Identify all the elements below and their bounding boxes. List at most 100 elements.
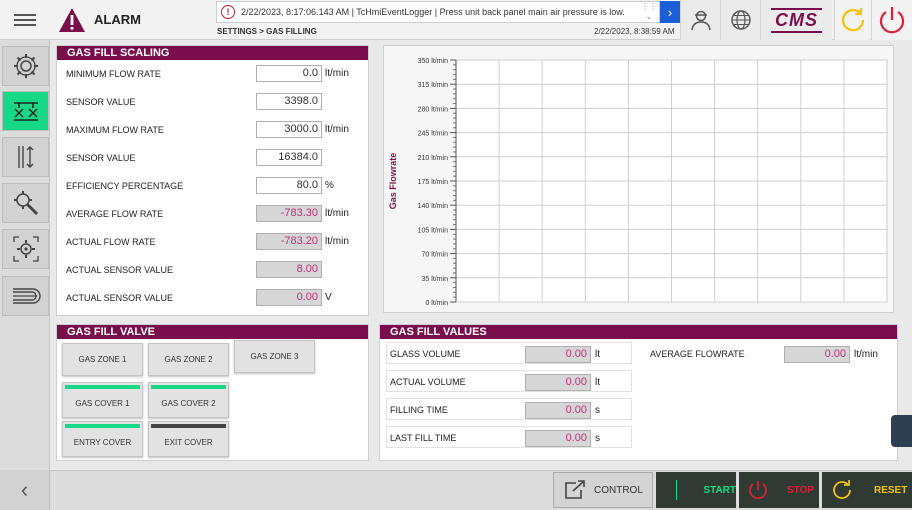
sidebar-item-settings[interactable] [2, 46, 49, 86]
valve-button-label: GAS ZONE 3 [250, 352, 299, 361]
message-next-button[interactable]: › [660, 1, 680, 23]
globe-icon [730, 10, 751, 30]
values-row-field: 0.00 [525, 374, 591, 391]
sidebar-item-sort[interactable] [2, 137, 49, 177]
gas-flowrate-chart: 0 lt/min 35 lt/min 70 lt/min 105 lt/min 140 … [383, 45, 894, 313]
sidebar-item-conveyor[interactable] [2, 276, 49, 316]
valve-button[interactable]: GAS ZONE 3 [234, 340, 315, 373]
reset-icon [833, 480, 851, 499]
valve-button-label: GAS COVER 2 [161, 398, 216, 408]
values-row-label: FILLING TIME [390, 405, 448, 415]
values-row-unit: lt [595, 377, 600, 388]
scaling-row-field[interactable]: 0.0 [256, 65, 322, 82]
values-row-label: LAST FILL TIME [390, 433, 457, 443]
valve-button[interactable]: EXIT COVER [148, 421, 229, 457]
power-icon [879, 7, 905, 34]
valve-status-indicator [65, 385, 140, 389]
values-row-label: GLASS VOLUME [390, 349, 461, 359]
tools-icon [13, 191, 38, 216]
conveyor-icon [12, 288, 41, 304]
average-flowrate-label: AVERAGE FLOWRATE [650, 349, 745, 359]
valve-button[interactable]: ENTRY COVER [62, 421, 143, 457]
scaling-row-label: ACTUAL SENSOR VALUE [66, 293, 174, 303]
average-flowrate-field: 0.00 [784, 346, 850, 363]
scaling-row-label: ACTUAL FLOW RATE [66, 237, 156, 247]
sidebar-item-gas-filling[interactable] [2, 91, 49, 131]
scaling-row-unit: % [325, 180, 334, 191]
scaling-row-unit: V [325, 292, 332, 303]
scaling-row-field: 0.00 [256, 289, 322, 306]
start-label: START [703, 484, 736, 496]
panel-title: GAS FILL VALUES [380, 325, 897, 339]
scaling-row-field: -783.30 [256, 205, 322, 222]
chart-canvas: 0 lt/min 35 lt/min 70 lt/min 105 lt/min 140 … [388, 58, 888, 307]
user-button[interactable] [680, 0, 720, 40]
values-row-unit: s [595, 433, 600, 444]
menu-button[interactable] [0, 0, 50, 40]
scaling-row-field[interactable]: 80.0 [256, 177, 322, 194]
stop-button[interactable]: STOP [739, 472, 819, 508]
event-message-bar[interactable]: ! 2/22/2023, 8:17:06.143 AM | TcHmiEvent… [216, 1, 660, 23]
event-message-text: 2/22/2023, 8:17:06.143 AM | TcHmiEventLo… [241, 7, 625, 17]
start-icon [676, 480, 678, 500]
valve-button-label: EXIT COVER [164, 437, 213, 447]
warning-icon[interactable] [58, 7, 86, 33]
scaling-row-label: EFFICIENCY PERCENTAGE [66, 181, 184, 191]
gas-fill-icon [13, 102, 38, 121]
sidebar-item-tools[interactable] [2, 183, 49, 223]
reset-label: RESET [874, 484, 908, 496]
scaling-row-unit: lt/min [325, 236, 349, 247]
y-tick-label: 0 lt/min [425, 300, 448, 307]
refresh-icon [841, 8, 864, 32]
control-button[interactable]: CONTROL [553, 472, 653, 508]
side-drawer-handle[interactable] [891, 415, 912, 447]
external-link-icon [565, 480, 585, 499]
scaling-row-field: 8.00 [256, 261, 322, 278]
y-tick-label: 140 lt/min [418, 203, 448, 210]
sidebar-item-configuration[interactable] [2, 229, 49, 269]
valve-button[interactable]: GAS ZONE 2 [148, 343, 229, 376]
scaling-row-label: SENSOR VALUE [66, 97, 136, 107]
scaling-row-field[interactable]: 3398.0 [256, 93, 322, 110]
values-row-label: ACTUAL VOLUME [390, 377, 466, 387]
y-tick-label: 210 lt/min [418, 155, 448, 162]
values-row-field: 0.00 [525, 402, 591, 419]
back-button[interactable]: ‹ [0, 470, 50, 510]
values-row-unit: s [595, 405, 600, 416]
valve-button-label: GAS ZONE 1 [78, 355, 127, 364]
start-button[interactable]: START [656, 472, 736, 508]
chevron-left-icon: ‹ [20, 477, 29, 502]
menu-icon [14, 11, 36, 29]
valve-button[interactable]: GAS COVER 2 [148, 382, 229, 418]
valve-status-indicator [151, 424, 226, 428]
valve-button[interactable]: GAS ZONE 1 [62, 343, 143, 376]
scaling-row-field[interactable]: 3000.0 [256, 121, 322, 138]
power-button[interactable] [871, 0, 912, 40]
scaling-row-label: SENSOR VALUE [66, 153, 136, 163]
scaling-row-field[interactable]: 16384.0 [256, 149, 322, 166]
gear-icon [13, 54, 38, 78]
scaling-row-label: MAXIMUM FLOW RATE [66, 125, 164, 135]
scaling-row-label: ACTUAL SENSOR VALUE [66, 265, 174, 275]
valve-button-label: GAS COVER 1 [75, 398, 130, 408]
y-tick-label: 175 lt/min [418, 179, 448, 186]
reset-button[interactable]: RESET [822, 472, 912, 508]
breadcrumb: SETTINGS > GAS FILLING [217, 27, 317, 36]
y-tick-label: 245 lt/min [418, 131, 448, 138]
values-row-unit: lt [595, 349, 600, 360]
valve-button-label: GAS ZONE 2 [164, 355, 213, 364]
values-row-field: 0.00 [525, 430, 591, 447]
scaling-row-unit: lt/min [325, 124, 349, 135]
values-row-field: 0.00 [525, 346, 591, 363]
datetime: 2/22/2023, 8:38:59 AM [594, 27, 675, 36]
alarm-label[interactable]: ALARM [94, 12, 141, 27]
valve-status-indicator [65, 424, 140, 428]
valve-button[interactable]: GAS COVER 1 [62, 382, 143, 418]
refresh-button[interactable] [834, 0, 870, 40]
message-scroll-icon[interactable]: ⋮⋮ ⌄ [640, 2, 658, 22]
valve-status-indicator [151, 385, 226, 389]
scaling-row-unit: lt/min [325, 208, 349, 219]
average-flowrate-unit: lt/min [854, 349, 878, 360]
y-tick-label: 315 lt/min [418, 82, 448, 89]
language-button[interactable] [720, 0, 760, 40]
